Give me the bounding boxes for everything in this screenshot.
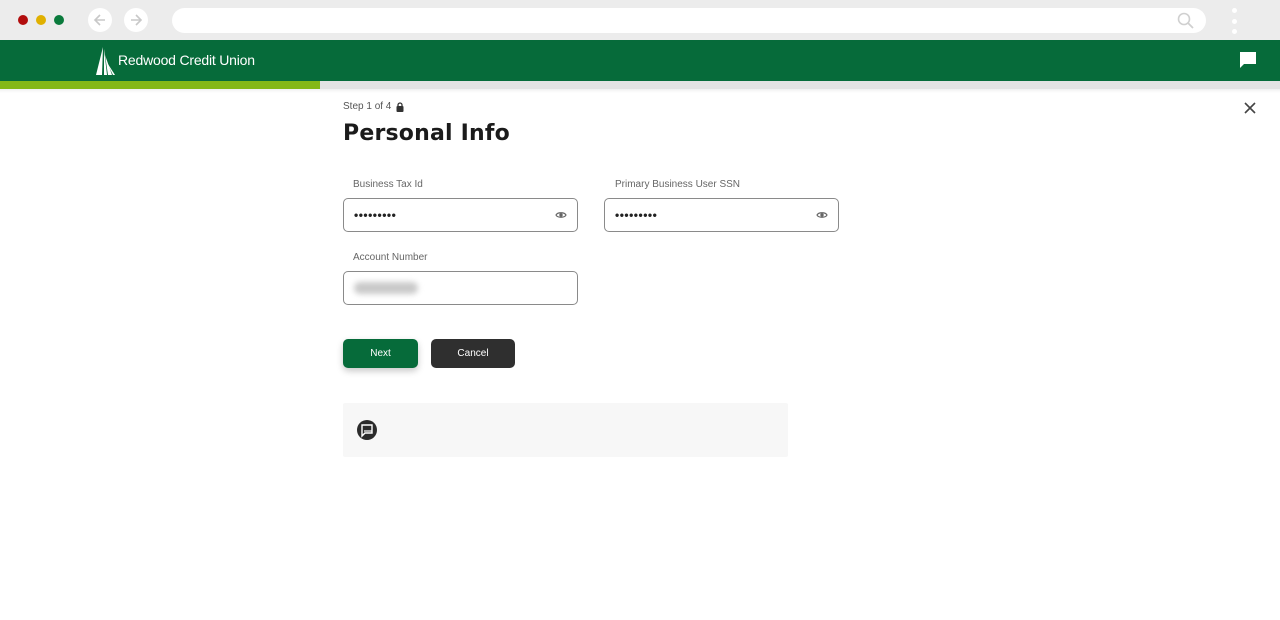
kebab-menu-icon[interactable] [1230, 8, 1238, 34]
progress-fill [0, 81, 320, 89]
address-bar[interactable] [172, 8, 1206, 33]
cancel-button[interactable]: Cancel [431, 339, 515, 368]
search-icon[interactable] [1177, 12, 1194, 29]
arrow-right-icon [131, 14, 143, 26]
step-label: Step 1 of 4 [343, 101, 392, 112]
step-progress-bar [0, 81, 1280, 89]
close-icon[interactable] [1242, 100, 1258, 116]
back-button[interactable] [88, 8, 112, 32]
chat-bubble-icon[interactable] [1238, 50, 1258, 70]
step-indicator: Step 1 of 4 [343, 101, 404, 112]
brand-name: Redwood Credit Union [118, 52, 255, 68]
window-close-dot[interactable] [18, 15, 28, 25]
eye-icon[interactable] [555, 210, 567, 220]
lock-icon [396, 101, 404, 112]
arrow-left-icon [93, 14, 105, 26]
info-panel [343, 403, 788, 457]
business-tax-id-label: Business Tax Id [353, 179, 423, 190]
page-title: Personal Info [343, 121, 510, 146]
account-number-input[interactable] [343, 271, 578, 305]
window-maximize-dot[interactable] [54, 15, 64, 25]
site-header: Redwood Credit Union [0, 40, 1280, 81]
primary-user-ssn-label: Primary Business User SSN [615, 179, 741, 190]
business-tax-id-value: ••••••••• [354, 208, 397, 222]
window-minimize-dot[interactable] [36, 15, 46, 25]
redwood-tree-icon [96, 47, 115, 75]
eye-icon[interactable] [816, 210, 828, 220]
account-number-value-redacted [354, 282, 418, 294]
primary-user-ssn-input[interactable]: ••••••••• [604, 198, 839, 232]
business-tax-id-input[interactable]: ••••••••• [343, 198, 578, 232]
brand-logo[interactable]: Redwood Credit Union [95, 44, 255, 76]
forward-button[interactable] [124, 8, 148, 32]
browser-chrome [0, 0, 1280, 40]
account-number-label: Account Number [353, 252, 428, 263]
primary-user-ssn-value: ••••••••• [615, 208, 658, 222]
next-button[interactable]: Next [343, 339, 418, 368]
chat-support-icon [357, 420, 377, 440]
